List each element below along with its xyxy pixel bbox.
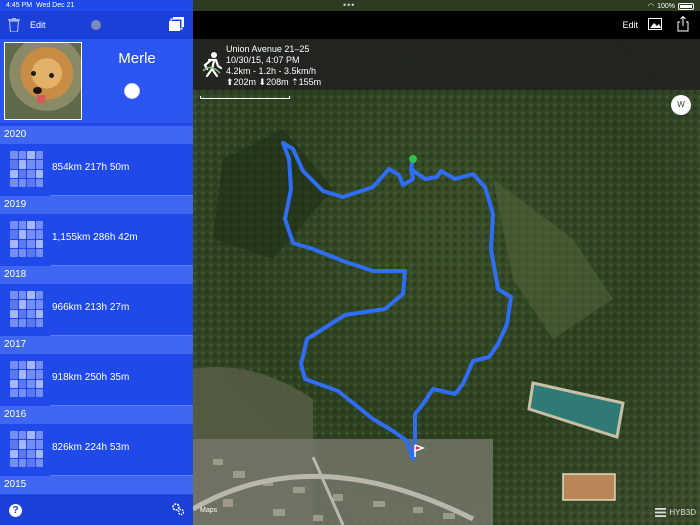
year-header: 2019 [0, 196, 193, 214]
status-bar: 4:45 PM Wed Dec 21 ••• ◠ 100% [0, 0, 700, 11]
year-stats: 1,155km 286h 42m [52, 232, 138, 243]
track-thumbnails [10, 221, 43, 257]
profile-card[interactable]: Merle [0, 39, 193, 123]
avatar-tongue [37, 95, 45, 104]
battery-percent: 100% [657, 2, 675, 10]
hiker-icon [202, 52, 223, 77]
map-edit-button[interactable]: Edit [622, 20, 638, 30]
year-header: 2015 [0, 476, 193, 494]
gear-icon[interactable] [171, 502, 185, 516]
year-row[interactable]: 1,155km 286h 42m [0, 214, 193, 266]
year-header: 2017 [0, 336, 193, 354]
maps-legal-label[interactable]: Maps [200, 507, 217, 514]
map-layers-icon [655, 508, 667, 517]
map-pane: Edit Union Avenue 21–25 10/30/15, 4:07 P… [193, 0, 700, 525]
avatar-eye [49, 73, 54, 78]
track-thumbnails [10, 361, 43, 397]
track-datetime: 10/30/15, 4:07 PM [226, 55, 300, 65]
track-thumbnails [10, 431, 43, 467]
multitask-dots-icon[interactable]: ••• [343, 0, 355, 10]
help-icon[interactable]: ? [9, 504, 22, 517]
year-row[interactable]: 918km 250h 35m [0, 354, 193, 406]
map-type-control[interactable]: HYB3D [655, 508, 696, 517]
track-info-text: Union Avenue 21–25 10/30/15, 4:07 PM 4.2… [226, 44, 321, 88]
sidebar-edit-button[interactable]: Edit [30, 20, 46, 30]
avatar[interactable] [4, 42, 82, 120]
track-thumbnails [10, 291, 43, 327]
profile-name: Merle [118, 50, 156, 67]
sync-indicator-icon [91, 20, 101, 30]
track-elevation: ⬆202m ⬇208m ⇡155m [226, 77, 322, 87]
avatar-nose [33, 87, 42, 94]
year-header: 2020 [0, 126, 193, 144]
compass-icon[interactable]: W [671, 95, 691, 115]
track-info-card[interactable]: Union Avenue 21–25 10/30/15, 4:07 PM 4.2… [193, 39, 700, 90]
year-row[interactable]: 966km 213h 27m [0, 284, 193, 336]
sidebar: Edit Merle 2020 854km 217h 50m 2019 1,15… [0, 0, 193, 525]
map-scale-bar [200, 95, 290, 99]
profile-select-radio[interactable] [125, 84, 139, 98]
year-stats: 854km 217h 50m [52, 162, 130, 173]
stack-icon[interactable] [169, 17, 184, 32]
start-marker[interactable] [409, 155, 417, 163]
avatar-eye [31, 71, 36, 76]
status-time: 4:45 PM [6, 2, 33, 9]
year-stats: 826km 224h 53m [52, 442, 130, 453]
year-row[interactable]: 826km 224h 53m [0, 424, 193, 476]
map-type-label: HYB3D [669, 508, 696, 517]
year-row[interactable]: 854km 217h 50m [0, 144, 193, 196]
year-header: 2018 [0, 266, 193, 284]
year-stats: 966km 213h 27m [52, 302, 130, 313]
sidebar-toolbar: Edit [0, 11, 193, 39]
share-icon[interactable] [677, 16, 689, 32]
status-date: Wed Dec 21 [35, 2, 75, 9]
photo-icon[interactable] [648, 18, 662, 30]
battery-icon [678, 2, 694, 10]
status-time-date: 4:45 PM Wed Dec 21 [6, 2, 74, 9]
trash-icon[interactable] [8, 18, 20, 32]
map-toolbar: Edit [193, 11, 700, 39]
track-summary: 4.2km - 1.2h - 3.5km/h [226, 66, 317, 76]
track-title: Union Avenue 21–25 [226, 44, 310, 54]
year-header: 2016 [0, 406, 193, 424]
wifi-icon: ◠ [647, 3, 655, 10]
sidebar-bottom-bar: ? [0, 495, 193, 525]
satellite-map[interactable] [193, 39, 700, 525]
track-thumbnails [10, 151, 43, 187]
year-stats: 918km 250h 35m [52, 372, 130, 383]
status-right: ◠ 100% [648, 2, 694, 10]
